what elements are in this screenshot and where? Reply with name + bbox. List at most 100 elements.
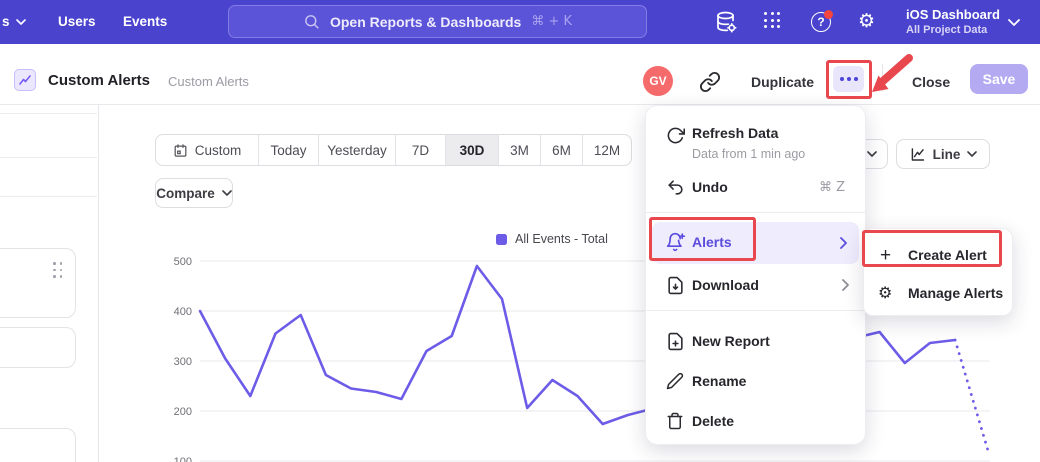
- more-options-button[interactable]: [833, 66, 864, 92]
- range-6m[interactable]: 6M: [541, 135, 583, 165]
- nav-item-partial[interactable]: s: [2, 14, 26, 29]
- sidebar-divider: [0, 113, 97, 114]
- sidebar-card[interactable]: [0, 428, 76, 462]
- sidebar-card[interactable]: [0, 327, 76, 368]
- submenu-label: Manage Alerts: [908, 285, 1003, 301]
- duplicate-button[interactable]: Duplicate: [751, 74, 814, 90]
- menu-label: Download: [692, 277, 759, 293]
- submenu-item-create-alert[interactable]: + Create Alert: [864, 237, 1012, 273]
- settings-gear-icon[interactable]: ⚙: [858, 12, 875, 31]
- alert-bell-icon: [666, 232, 686, 252]
- close-button[interactable]: Close: [912, 74, 950, 90]
- workspace-title: iOS Dashboard: [906, 6, 1000, 23]
- menu-item-new-report[interactable]: New Report: [646, 324, 865, 358]
- search-bar[interactable]: Open Reports & Dashboards ⌘ + K: [228, 5, 647, 38]
- menu-label: Alerts: [692, 234, 732, 250]
- range-custom[interactable]: Custom: [156, 135, 259, 165]
- sidebar: [0, 105, 99, 462]
- sidebar-divider: [0, 157, 97, 158]
- range-yesterday[interactable]: Yesterday: [319, 135, 396, 165]
- legend-swatch: [496, 234, 507, 245]
- link-icon[interactable]: [699, 71, 721, 93]
- svg-text:400: 400: [174, 306, 192, 318]
- workspace-chevron-down-icon[interactable]: [1008, 19, 1020, 26]
- menu-label: Undo: [692, 179, 728, 195]
- sidebar-card[interactable]: [0, 248, 76, 318]
- avatar[interactable]: GV: [643, 66, 673, 96]
- svg-text:200: 200: [174, 406, 192, 418]
- apps-grid-icon[interactable]: [764, 12, 781, 29]
- chart-legend: All Events - Total: [496, 232, 608, 246]
- header-divider: [882, 64, 883, 92]
- sidebar-divider: [0, 196, 97, 197]
- context-menu: Refresh Data Data from 1 min ago Undo ⌘ …: [645, 105, 866, 445]
- range-3m[interactable]: 3M: [499, 135, 541, 165]
- svg-text:500: 500: [174, 256, 192, 268]
- search-shortcut: ⌘ + K: [531, 14, 572, 29]
- page-title: Custom Alerts: [48, 72, 150, 89]
- search-icon: [303, 13, 320, 30]
- search-placeholder: Open Reports & Dashboards: [330, 14, 521, 30]
- menu-label: Rename: [692, 373, 746, 389]
- chevron-down-icon: [16, 19, 26, 25]
- drag-handle-icon[interactable]: [53, 262, 63, 278]
- nav-item-partial-label: s: [2, 14, 10, 29]
- alerts-submenu: + Create Alert ⚙ Manage Alerts: [863, 228, 1013, 316]
- legend-label: All Events - Total: [515, 232, 608, 246]
- gear-icon: ⚙: [878, 285, 892, 301]
- menu-item-alerts[interactable]: Alerts: [652, 222, 859, 264]
- range-7d[interactable]: 7D: [396, 135, 446, 165]
- menu-label: Delete: [692, 413, 734, 429]
- date-range-selector: Custom Today Yesterday 7D 30D 3M 6M 12M: [155, 134, 632, 166]
- chart-type-label: Line: [933, 147, 961, 162]
- chart-type-button[interactable]: Line: [896, 139, 990, 169]
- range-label: Custom: [195, 143, 242, 158]
- refresh-icon: [666, 126, 685, 145]
- report-header: Custom Alerts Custom Alerts GV Duplicate…: [0, 44, 1040, 105]
- chevron-down-icon: [967, 151, 977, 157]
- help-icon[interactable]: ?: [811, 12, 831, 32]
- download-icon: [666, 276, 685, 295]
- calendar-icon: [173, 143, 188, 158]
- svg-text:100: 100: [174, 456, 192, 462]
- trash-icon: [666, 412, 684, 430]
- menu-item-delete[interactable]: Delete: [646, 404, 865, 438]
- workspace-subtitle: All Project Data: [906, 23, 1000, 37]
- menu-item-rename[interactable]: Rename: [646, 364, 865, 398]
- breadcrumb: Custom Alerts: [168, 74, 249, 89]
- menu-label: Refresh Data: [692, 125, 778, 141]
- top-navigation: s Users Events Open Reports & Dashboards…: [0, 0, 1040, 44]
- menu-label: New Report: [692, 333, 770, 349]
- new-report-icon: [666, 332, 685, 351]
- chevron-down-icon: [867, 151, 877, 157]
- range-30d-selected[interactable]: 30D: [446, 135, 499, 165]
- save-button[interactable]: Save: [970, 64, 1028, 94]
- submenu-item-manage-alerts[interactable]: ⚙ Manage Alerts: [864, 275, 1012, 311]
- data-icon[interactable]: [714, 10, 738, 34]
- chevron-down-icon: [222, 190, 232, 196]
- workspace-switcher[interactable]: iOS Dashboard All Project Data: [906, 6, 1000, 37]
- svg-text:300: 300: [174, 356, 192, 368]
- menu-divider: [646, 310, 865, 311]
- menu-item-undo[interactable]: Undo ⌘ Z: [646, 172, 865, 202]
- nav-item-users[interactable]: Users: [58, 14, 96, 29]
- range-12m[interactable]: 12M: [583, 135, 631, 165]
- plus-icon: +: [880, 246, 891, 265]
- menu-item-download[interactable]: Download: [646, 268, 865, 302]
- menu-item-refresh-data[interactable]: Refresh Data Data from 1 min ago: [646, 114, 865, 166]
- pencil-icon: [666, 372, 684, 390]
- submenu-label: Create Alert: [908, 247, 987, 263]
- refresh-subtitle: Data from 1 min ago: [692, 147, 805, 161]
- nav-item-events[interactable]: Events: [123, 14, 167, 29]
- line-chart-icon: [909, 146, 926, 163]
- menu-divider: [646, 212, 865, 213]
- undo-icon: [666, 178, 685, 197]
- report-chart-icon: [14, 69, 36, 91]
- compare-button[interactable]: Compare: [155, 178, 233, 208]
- compare-label: Compare: [156, 186, 215, 201]
- notification-dot: [824, 10, 833, 19]
- range-today[interactable]: Today: [259, 135, 319, 165]
- chevron-right-icon: [842, 279, 849, 291]
- undo-shortcut: ⌘ Z: [819, 180, 845, 195]
- chevron-right-icon: [840, 237, 847, 249]
